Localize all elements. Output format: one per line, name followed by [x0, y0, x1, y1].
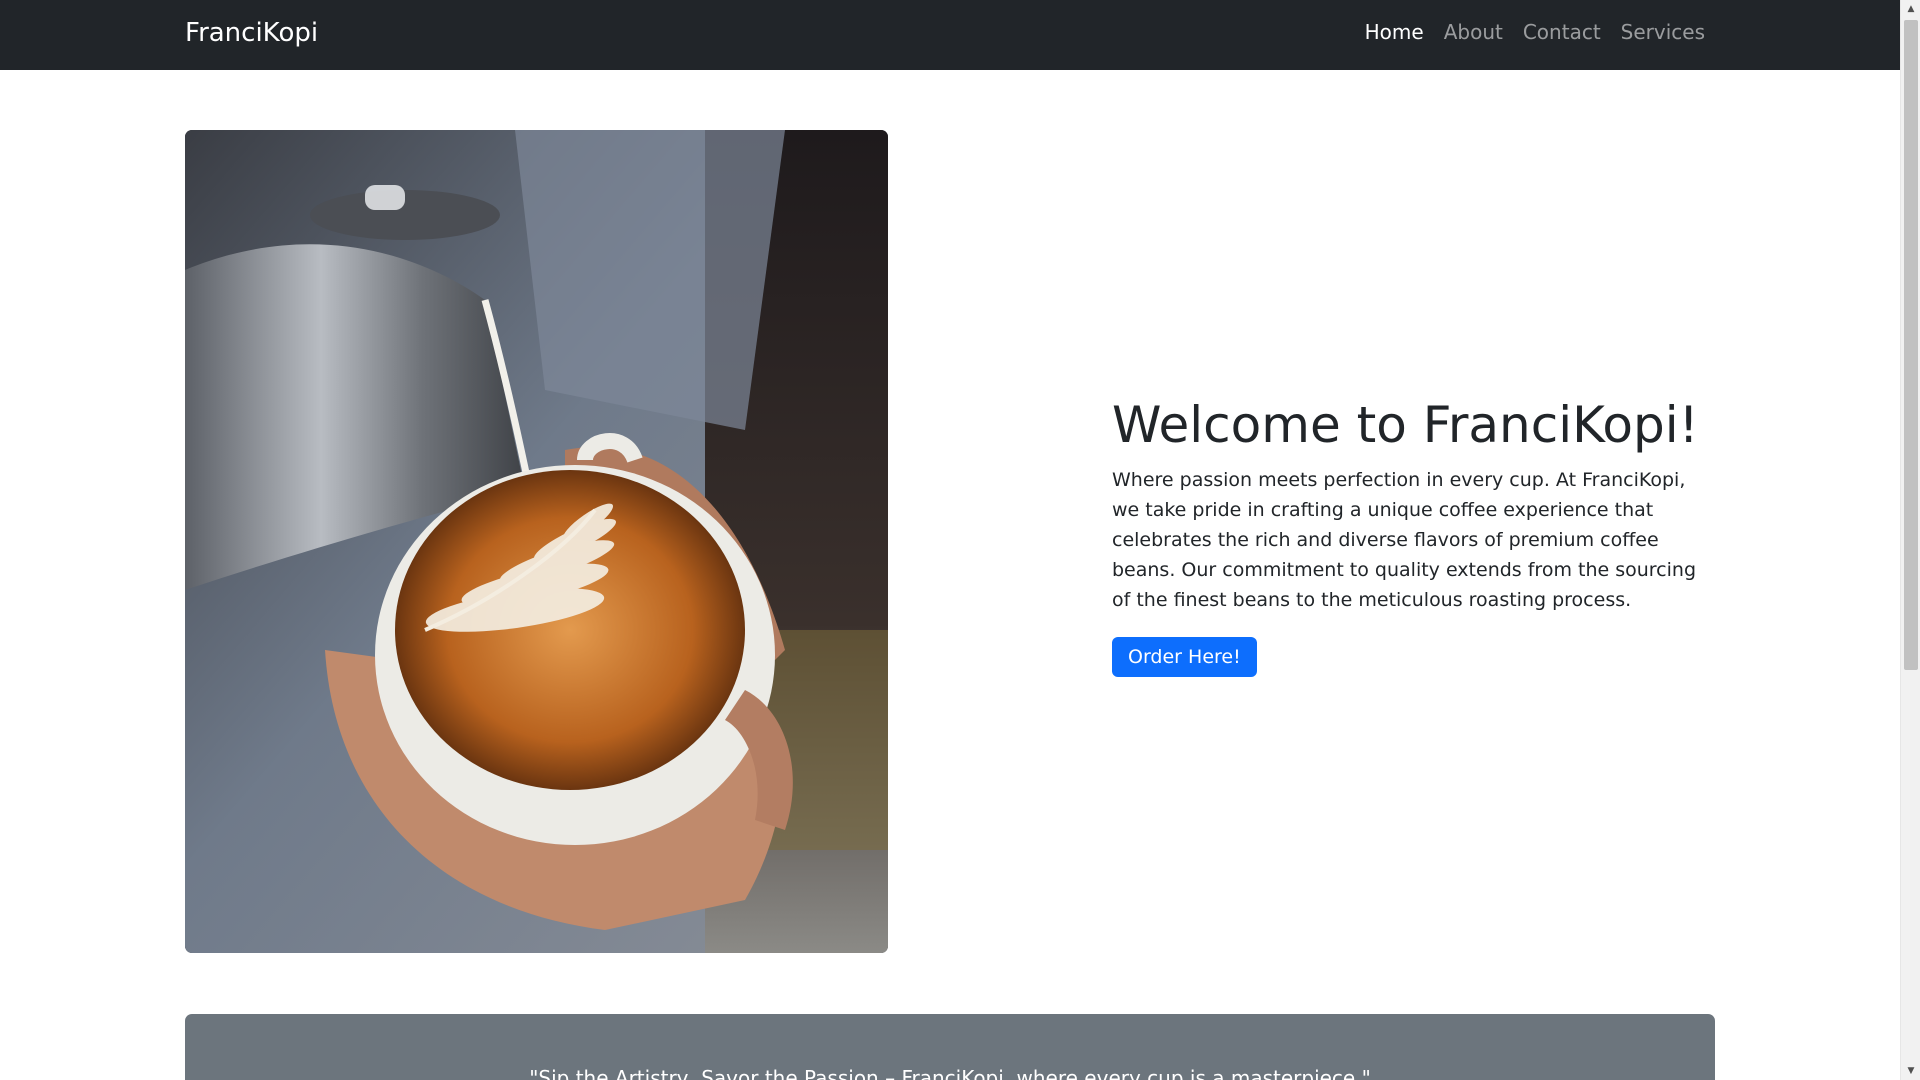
hero-text: Welcome to FranciKopi! Where passion mee…: [1112, 395, 1717, 677]
hero-image: [185, 130, 888, 953]
nav-link-home[interactable]: Home: [1365, 20, 1424, 44]
nav-link-contact[interactable]: Contact: [1523, 20, 1601, 44]
scroll-up-icon[interactable]: ▲: [1901, 0, 1920, 18]
nav-links: Home About Contact Services: [1365, 20, 1705, 44]
hero-title: Welcome to FranciKopi!: [1112, 396, 1699, 454]
scroll-thumb[interactable]: [1904, 20, 1918, 670]
hero-description: Where passion meets perfection in every …: [1112, 469, 1696, 611]
nav-link-services[interactable]: Services: [1621, 20, 1705, 44]
quote-text: "Sip the Artistry, Savor the Passion – F…: [529, 1066, 1371, 1080]
order-button[interactable]: Order Here!: [1112, 637, 1257, 677]
quote-band: "Sip the Artistry, Savor the Passion – F…: [185, 1014, 1715, 1080]
navbar: FranciKopi Home About Contact Services: [0, 0, 1900, 70]
page: FranciKopi Home About Contact Services W…: [0, 0, 1920, 1080]
nav-link-about[interactable]: About: [1444, 20, 1503, 44]
scroll-down-icon[interactable]: ▼: [1901, 1062, 1920, 1080]
page-scrollbar[interactable]: ▲ ▼: [1900, 0, 1920, 1080]
latte-art-photo-icon: [185, 130, 888, 953]
brand-link[interactable]: FranciKopi: [185, 18, 318, 48]
